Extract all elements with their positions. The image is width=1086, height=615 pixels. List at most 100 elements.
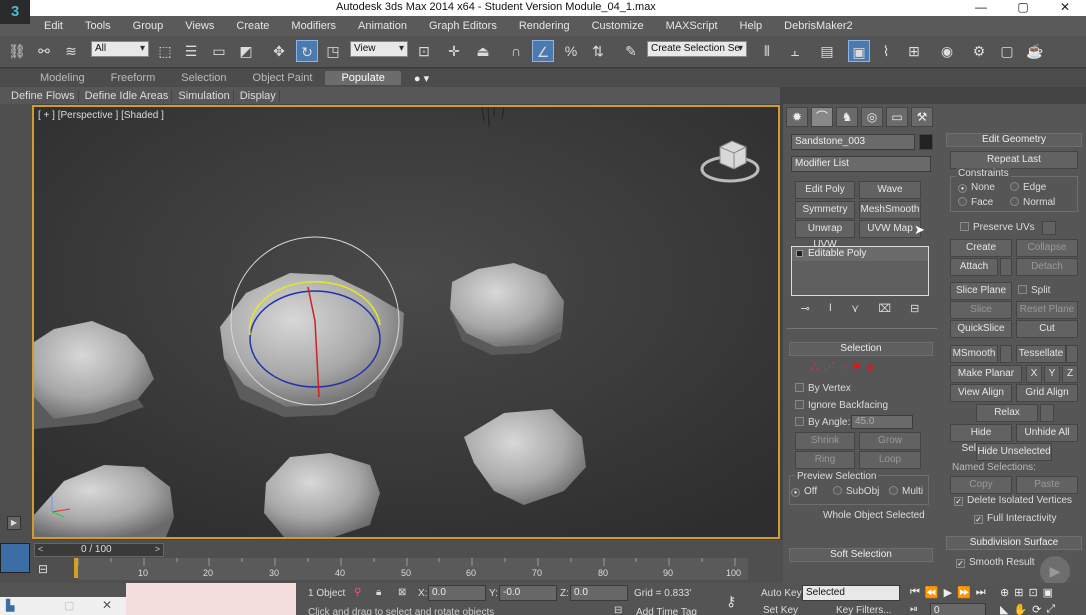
preview-multi-radio[interactable]: Multi	[889, 486, 923, 498]
make-unique-icon[interactable]: ⋎	[851, 302, 859, 315]
copy-button[interactable]: Copy	[950, 476, 1012, 494]
next-frame-icon[interactable]: ⏩	[957, 586, 971, 599]
motion-tab-icon[interactable]: ◎	[861, 107, 883, 127]
by-angle-checkbox[interactable]: By Angle:	[795, 417, 850, 429]
planar-z-button[interactable]: Z	[1062, 365, 1078, 383]
time-slider-prev-icon[interactable]: <	[38, 544, 43, 554]
spinner-snap-icon[interactable]: ⇅	[587, 40, 609, 62]
define-idle-areas-button[interactable]: Define Idle Areas	[82, 89, 173, 102]
menu-debrismaker2[interactable]: DebrisMaker2	[784, 20, 852, 32]
tab-object-paint[interactable]: Object Paint	[240, 72, 326, 84]
mirror-icon[interactable]: ⫴	[756, 40, 778, 62]
tessellate-button[interactable]: Tessellate	[1016, 345, 1066, 363]
unwrap-uvw-button[interactable]: Unwrap UVW	[795, 220, 855, 250]
maxscript-listener[interactable]: ▙ ▢ ✕	[0, 597, 126, 615]
tessellate-settings-button[interactable]	[1066, 345, 1078, 363]
angle-spinner[interactable]: 45.0	[851, 415, 913, 429]
menu-create[interactable]: Create	[236, 20, 269, 32]
previous-frame-icon[interactable]: ⏪	[925, 586, 939, 599]
scale-icon[interactable]: ◳	[322, 40, 344, 62]
tab-populate[interactable]: Populate	[325, 71, 401, 85]
angle-snap-icon[interactable]: ∠	[532, 40, 554, 62]
listener-copy-icon[interactable]: ▢	[64, 599, 74, 612]
zoom-extents-all-icon[interactable]: ▣	[1043, 586, 1053, 599]
curve-editor-icon[interactable]: ⌇	[875, 40, 897, 62]
zoom-icon[interactable]: ⊕	[1000, 586, 1009, 599]
listener-icon[interactable]: ▙	[6, 599, 14, 612]
stack-expand-icon[interactable]	[796, 250, 803, 257]
set-key-button[interactable]: Set Key	[763, 605, 798, 615]
expand-ribbon-icon[interactable]: ▶	[7, 516, 21, 530]
menu-help[interactable]: Help	[740, 20, 763, 32]
isolate-selection-icon[interactable]: ⚲	[354, 587, 361, 598]
detach-button[interactable]: Detach	[1016, 258, 1078, 276]
absolute-mode-icon[interactable]: ⊠	[398, 587, 406, 598]
planar-x-button[interactable]: X	[1026, 365, 1042, 383]
ignore-backfacing-checkbox[interactable]: Ignore Backfacing	[795, 400, 888, 412]
render-production-icon[interactable]: ☕	[1024, 40, 1046, 62]
move-icon[interactable]: ✥	[268, 40, 290, 62]
vertex-mode-icon[interactable]: ∴	[811, 360, 818, 373]
time-slider-next-icon[interactable]: >	[155, 544, 160, 554]
collapse-button[interactable]: Collapse	[1016, 239, 1078, 257]
tab-freeform[interactable]: Freeform	[98, 72, 169, 84]
cut-button[interactable]: Cut	[1016, 320, 1078, 338]
field-of-view-icon[interactable]: ◣	[1000, 603, 1008, 615]
play-overlay-icon[interactable]: ▶	[1040, 556, 1070, 586]
unlink-icon[interactable]: ⚯	[33, 40, 55, 62]
constraint-none-radio[interactable]: • None	[958, 182, 995, 194]
selection-filter-dropdown[interactable]: All	[91, 41, 149, 57]
key-filters-button[interactable]: Key Filters...	[836, 605, 892, 615]
z-coordinate-field[interactable]: 0.0	[570, 585, 628, 601]
select-by-name-icon[interactable]: ☰	[180, 40, 202, 62]
rock-slab-right[interactable]	[450, 263, 564, 355]
reset-plane-button[interactable]: Reset Plane	[1016, 301, 1078, 319]
app-logo-icon[interactable]: 3	[0, 0, 30, 24]
graphite-ribbon-icon[interactable]: ▣	[848, 40, 870, 62]
snaps-toggle-icon[interactable]: ∩	[505, 40, 527, 62]
display-button[interactable]: Display	[237, 89, 280, 102]
ring-button[interactable]: Ring	[795, 451, 855, 469]
keyboard-shortcut-toggle-icon[interactable]: ⏏	[472, 40, 494, 62]
remove-modifier-icon[interactable]: ⌧	[878, 302, 891, 315]
zoom-all-icon[interactable]: ⊞	[1014, 586, 1023, 599]
attach-button[interactable]: Attach	[950, 258, 998, 276]
maxscript-output[interactable]	[126, 583, 296, 615]
menu-animation[interactable]: Animation	[358, 20, 407, 32]
msmooth-button[interactable]: MSmooth	[950, 345, 998, 363]
perspective-viewport[interactable]: [ + ] [Perspective ] [Shaded ]	[32, 105, 780, 539]
go-to-start-icon[interactable]: ⏮	[910, 586, 920, 599]
tab-selection[interactable]: Selection	[168, 72, 239, 84]
zoom-extents-icon[interactable]: ⊡	[1028, 586, 1037, 599]
display-tab-icon[interactable]: ▭	[886, 107, 908, 127]
preview-off-radio[interactable]: • Off	[791, 486, 817, 498]
hierarchy-tab-icon[interactable]: ♞	[836, 107, 858, 127]
subdivision-surface-rollout-header[interactable]: Subdivision Surface	[946, 536, 1082, 550]
time-slider[interactable]: < 0 / 100 >	[34, 543, 164, 557]
key-mode-dropdown[interactable]: Selected	[802, 585, 900, 601]
go-to-end-icon[interactable]: ⏭	[976, 586, 986, 599]
edit-poly-button[interactable]: Edit Poly	[795, 181, 855, 199]
viewport-label[interactable]: [ + ] [Perspective ] [Shaded ]	[38, 110, 164, 121]
add-time-tag[interactable]: Add Time Tag	[636, 607, 697, 615]
percent-snap-icon[interactable]: %	[560, 40, 582, 62]
listener-close-icon[interactable]: ✕	[102, 598, 112, 612]
play-icon[interactable]: ▶	[944, 586, 952, 599]
track-bar-menu-icon[interactable]: ⊟	[38, 562, 48, 576]
orbit-icon[interactable]: ⟳	[1032, 603, 1041, 615]
show-end-result-icon[interactable]: I	[829, 302, 832, 315]
simulation-button[interactable]: Simulation	[175, 89, 234, 102]
configure-modifier-sets-icon[interactable]: ⊟	[910, 302, 919, 315]
edit-geometry-rollout-header[interactable]: Edit Geometry	[946, 133, 1082, 147]
create-button[interactable]: Create	[950, 239, 1012, 257]
smooth-result-checkbox[interactable]: ✓ Smooth Result	[956, 557, 1035, 569]
named-selection-sets-dropdown[interactable]: Create Selection Se	[647, 41, 747, 57]
maximize-viewport-icon[interactable]: ⤢	[1046, 603, 1055, 615]
hide-selected-button[interactable]: Hide Selected	[950, 424, 1012, 454]
relax-button[interactable]: Relax	[976, 404, 1038, 422]
grid-align-button[interactable]: Grid Align	[1016, 384, 1078, 402]
loop-button[interactable]: Loop	[859, 451, 921, 469]
rotate-icon[interactable]: ↻	[296, 40, 318, 62]
link-icon[interactable]: ⛓	[6, 40, 28, 62]
tab-modeling[interactable]: Modeling	[27, 72, 98, 84]
